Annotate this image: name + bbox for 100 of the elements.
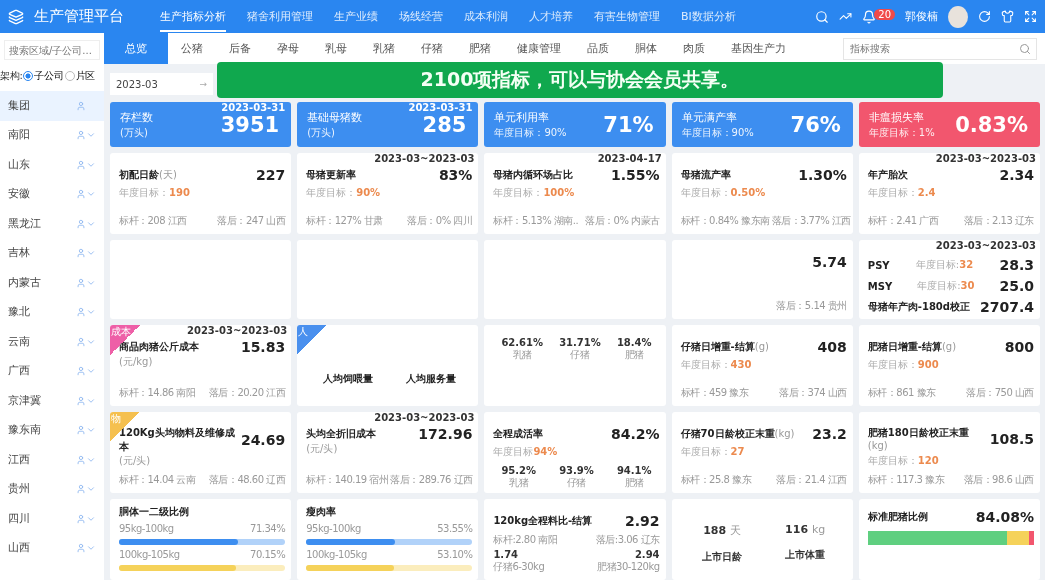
user-icon xyxy=(76,248,86,259)
lagging-text: 落后：48.60 辽西 xyxy=(208,473,286,487)
date-field[interactable]: 2023-03 → xyxy=(110,73,213,95)
category-tab[interactable]: 孕母 xyxy=(264,33,312,64)
search-icon[interactable] xyxy=(815,9,830,24)
annual-target: 年度目标：0.50% xyxy=(680,186,767,200)
sidebar-search-field[interactable]: 搜索区域/子公司... xyxy=(4,40,100,60)
category-tab[interactable]: 健康管理 xyxy=(504,33,574,64)
metric-title: 人均饲喂量 xyxy=(322,372,373,386)
lagging-text: 落后：98.6 山西 xyxy=(963,473,1034,487)
category-tab[interactable]: 乳母 xyxy=(312,33,360,64)
sidebar-item[interactable]: 内蒙古 xyxy=(0,268,104,298)
category-tab[interactable]: 乳猪 xyxy=(360,33,408,64)
stat-value: 18.4% xyxy=(616,337,652,348)
lagging-text: 落后：0% 内蒙古 xyxy=(585,214,660,228)
category-tab[interactable]: 公猪 xyxy=(168,33,216,64)
range-label: 100kg-105kg xyxy=(306,549,367,560)
radio-option[interactable]: 片区 xyxy=(64,69,95,83)
user-icon xyxy=(76,366,86,377)
benchmark-text: 标杆:2.80 南阳 xyxy=(493,533,558,547)
benchmark-text: 标杆：127% 甘肃 xyxy=(306,214,383,228)
metric-title: 母猪更新率 xyxy=(306,168,357,182)
annual-target: 年度目标94% xyxy=(493,445,559,459)
benchmark-text: 标杆：208 江西 xyxy=(119,214,187,228)
metric-value: 5.74 xyxy=(812,254,847,270)
corner-badge: 人 xyxy=(297,325,328,355)
stat-label: 乳猪 xyxy=(512,348,532,362)
kpi-subtitle: (万头) xyxy=(120,125,149,140)
metric-value: 2.34 xyxy=(999,167,1034,183)
metric-title: 头均全折旧成本 xyxy=(306,427,377,441)
sidebar-item[interactable]: 京津冀 xyxy=(0,386,104,416)
refresh-icon[interactable] xyxy=(978,10,991,23)
benchmark-text: 标杆：0.84% 豫东南 xyxy=(680,214,770,228)
kpi-subtitle: 年度目标：90% xyxy=(681,125,754,140)
metric-title: 肥猪180日龄校正末重 (kg) xyxy=(867,426,970,451)
category-tab[interactable]: 基因生产力 xyxy=(718,33,799,64)
shirt-icon[interactable] xyxy=(1001,10,1014,23)
stat-value: 93.9% xyxy=(559,465,594,476)
sidebar-item[interactable]: 安徽 xyxy=(0,179,104,209)
annual-target: 年度目标：430 xyxy=(680,358,753,372)
sidebar-item[interactable]: 江西 xyxy=(0,445,104,475)
stat-value: 94.1% xyxy=(616,465,652,476)
kpi-value: 0.83% xyxy=(955,112,1028,137)
metric-value: 800 xyxy=(1004,339,1034,355)
metric-title: 肥猪日增重-结算(g) xyxy=(867,340,957,354)
stat-value: 2.94 xyxy=(634,549,660,560)
lagging-text: 落后：5.14 贵州 xyxy=(776,299,847,313)
category-tab[interactable]: 肥猪 xyxy=(456,33,504,64)
search-icon[interactable] xyxy=(1019,42,1031,55)
notification-bell-icon[interactable] xyxy=(862,9,877,24)
metric-title: 母猪流产率 xyxy=(680,168,731,182)
sidebar-item[interactable]: 广西 xyxy=(0,356,104,386)
user-icon xyxy=(76,130,86,141)
user-icon xyxy=(76,277,86,288)
benchmark-text: 标杆：861 豫东 xyxy=(867,386,936,400)
sidebar-item[interactable]: 黑龙江 xyxy=(0,209,104,239)
sidebar-item[interactable]: 豫东南 xyxy=(0,415,104,445)
metric-value: 84.08% xyxy=(975,509,1034,525)
app-title: 生产管理平台 xyxy=(34,7,124,26)
metric-title: 120kg全程料比-结算 xyxy=(493,514,593,528)
annual-target: 年度目标：90% xyxy=(306,186,382,200)
benchmark-text: 标杆：117.3 豫东 xyxy=(867,473,945,487)
user-icon xyxy=(76,218,86,229)
kpi-value: 3951 xyxy=(220,112,280,137)
indicator-search-field[interactable]: 指标搜索 xyxy=(843,37,1037,60)
sidebar-item[interactable]: 南阳 xyxy=(0,120,104,150)
metric-value: 2707.4 xyxy=(979,299,1034,315)
radio-option[interactable]: 子公司 xyxy=(23,69,64,83)
category-tab[interactable]: 肉质 xyxy=(670,33,718,64)
stat-value: 95.2% xyxy=(501,465,537,476)
percent-label: 53.55% xyxy=(437,523,473,534)
metric-title: 商品肉猪公斤成本 xyxy=(119,340,199,354)
unit-label: (元/kg) xyxy=(119,355,154,369)
sidebar-item[interactable]: 贵州 xyxy=(0,474,104,504)
sidebar-item[interactable]: 山东 xyxy=(0,150,104,180)
sidebar-item[interactable]: 集团 xyxy=(0,91,104,121)
sidebar-item[interactable]: 吉林 xyxy=(0,238,104,268)
metric-value: 188 天 xyxy=(703,523,741,538)
fullscreen-icon[interactable] xyxy=(1024,10,1037,23)
user-avatar xyxy=(948,5,968,28)
category-tab[interactable]: 仔猪 xyxy=(408,33,456,64)
sidebar-item[interactable]: 豫北 xyxy=(0,297,104,327)
metric-value: 83% xyxy=(438,167,473,183)
sidebar-item[interactable]: 山西 xyxy=(0,533,104,563)
metric-title: 仔猪日增重-结算(g) xyxy=(680,340,769,354)
user-icon xyxy=(76,425,86,436)
benchmark-text: 标杆：14.04 云南 xyxy=(119,473,196,487)
sidebar-item[interactable]: 云南 xyxy=(0,327,104,357)
stat-value: 62.61% xyxy=(501,337,544,348)
kpi-value: 285 xyxy=(422,112,467,137)
lagging-text: 落后：247 山西 xyxy=(217,214,286,228)
metric-title: 人均服务量 xyxy=(405,372,456,386)
sidebar-item[interactable]: 四川 xyxy=(0,504,104,534)
metric-title: 上市体重 xyxy=(785,548,826,562)
category-tab[interactable]: 胴体 xyxy=(622,33,670,64)
category-tab[interactable]: 品质 xyxy=(574,33,622,64)
category-tab[interactable]: 总览 xyxy=(104,33,168,64)
user-icon xyxy=(76,543,86,554)
chart-icon[interactable] xyxy=(839,10,853,23)
category-tab[interactable]: 后备 xyxy=(216,33,264,64)
